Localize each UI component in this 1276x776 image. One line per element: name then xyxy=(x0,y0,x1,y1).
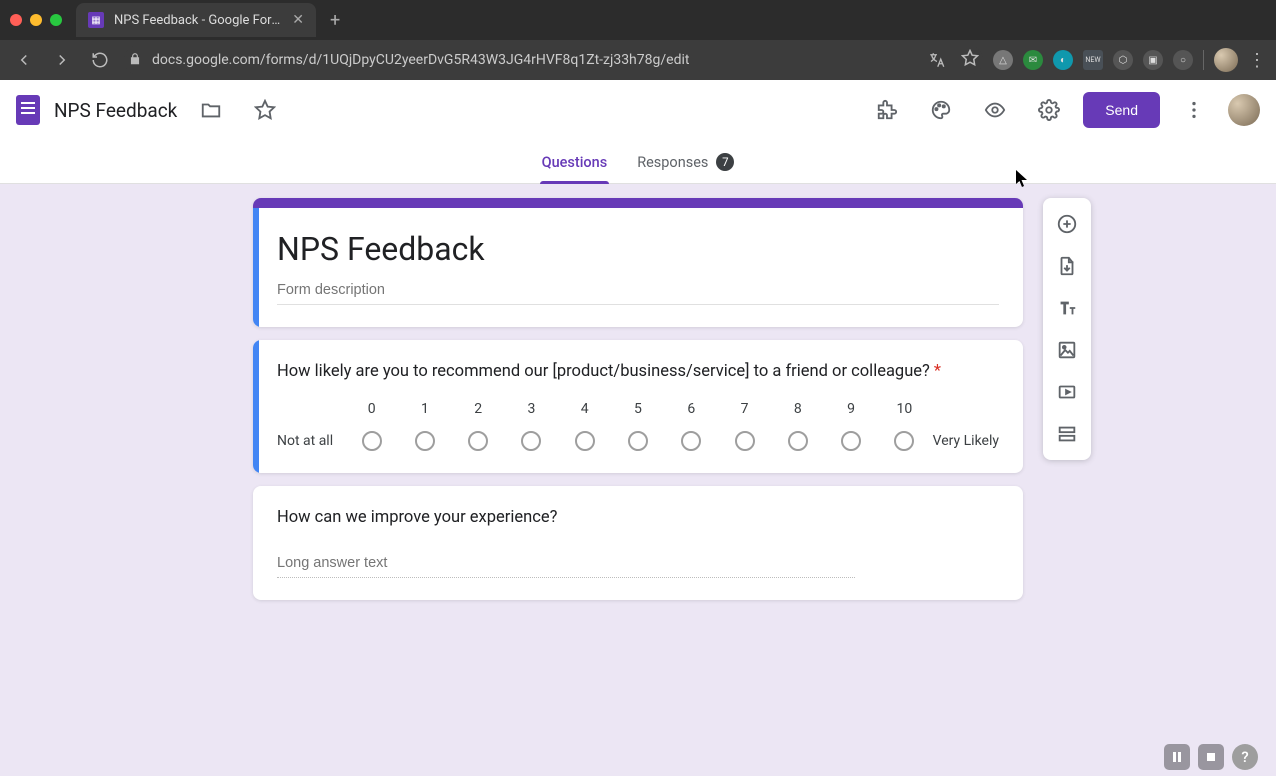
browser-tab[interactable]: ▦ NPS Feedback - Google Forms ✕ xyxy=(76,3,316,37)
address-bar[interactable]: docs.google.com/forms/d/1UQjDpyCU2yeerDv… xyxy=(124,45,983,75)
extension-icon[interactable]: ✉ xyxy=(1023,50,1043,70)
minimize-window-icon[interactable] xyxy=(30,14,42,26)
tab-strip: ▦ NPS Feedback - Google Forms ✕ + xyxy=(0,0,1276,40)
scale-radio-6[interactable] xyxy=(681,431,701,451)
import-questions-button[interactable] xyxy=(1047,246,1087,286)
add-video-button[interactable] xyxy=(1047,372,1087,412)
addons-button[interactable] xyxy=(867,90,907,130)
extension-icons: △ ✉ ◐ NEW ⬡ ▣ ○ ⋮ xyxy=(993,48,1266,72)
browser-menu-icon[interactable]: ⋮ xyxy=(1248,50,1266,71)
app-header: NPS Feedback Send xyxy=(0,80,1276,140)
form-title[interactable]: NPS Feedback xyxy=(277,230,999,268)
required-marker: * xyxy=(934,362,941,381)
pause-recording-button[interactable] xyxy=(1164,744,1190,770)
add-image-button[interactable] xyxy=(1047,330,1087,370)
long-answer-placeholder xyxy=(277,549,855,578)
preview-button[interactable] xyxy=(975,90,1015,130)
tab-questions[interactable]: Questions xyxy=(540,154,610,183)
scale-radio-2[interactable] xyxy=(468,431,488,451)
tab-label: Questions xyxy=(542,154,608,171)
scale-radio-7[interactable] xyxy=(735,431,755,451)
help-button[interactable]: ? xyxy=(1232,744,1258,770)
translate-icon[interactable] xyxy=(923,46,951,74)
browser-chrome: ▦ NPS Feedback - Google Forms ✕ + docs.g… xyxy=(0,0,1276,80)
star-document-button[interactable] xyxy=(245,90,285,130)
scale-radio-10[interactable] xyxy=(894,431,914,451)
forms-favicon-icon: ▦ xyxy=(88,12,104,28)
question-toolbar xyxy=(1043,198,1091,460)
customize-theme-button[interactable] xyxy=(921,90,961,130)
scale-radio-4[interactable] xyxy=(575,431,595,451)
scale-radios xyxy=(345,431,931,451)
forward-button[interactable] xyxy=(48,46,76,74)
scale-number-labels: 0 1 2 3 4 5 6 7 8 9 10 xyxy=(345,401,931,417)
send-button[interactable]: Send xyxy=(1083,92,1160,128)
bookmark-star-icon[interactable] xyxy=(961,49,979,71)
form-description-input[interactable] xyxy=(277,276,999,305)
scale-radio-8[interactable] xyxy=(788,431,808,451)
tab-title: NPS Feedback - Google Forms xyxy=(114,13,282,28)
close-window-icon[interactable] xyxy=(10,14,22,26)
profile-avatar-icon[interactable] xyxy=(1214,48,1238,72)
maximize-window-icon[interactable] xyxy=(50,14,62,26)
move-to-folder-button[interactable] xyxy=(191,90,231,130)
scale-radio-5[interactable] xyxy=(628,431,648,451)
window-controls xyxy=(10,14,62,26)
scale-radio-9[interactable] xyxy=(841,431,861,451)
browser-toolbar: docs.google.com/forms/d/1UQjDpyCU2yeerDv… xyxy=(0,40,1276,80)
forms-app: NPS Feedback Send Questions Respo xyxy=(0,80,1276,776)
new-tab-button[interactable]: + xyxy=(330,10,340,31)
extension-icon[interactable]: ▣ xyxy=(1143,50,1163,70)
separator xyxy=(1203,50,1204,70)
scale-radio-1[interactable] xyxy=(415,431,435,451)
question-card-linear-scale[interactable]: How likely are you to recommend our [pro… xyxy=(253,340,1023,473)
add-section-button[interactable] xyxy=(1047,414,1087,454)
add-question-button[interactable] xyxy=(1047,204,1087,244)
form-header-card[interactable]: NPS Feedback xyxy=(253,198,1023,327)
question-text: How likely are you to recommend our [pro… xyxy=(277,362,999,381)
extension-icon[interactable]: ○ xyxy=(1173,50,1193,70)
document-title[interactable]: NPS Feedback xyxy=(54,99,177,122)
scale-high-label: Very Likely xyxy=(931,433,999,449)
question-card-paragraph[interactable]: How can we improve your experience? xyxy=(253,486,1023,600)
form-tabs: Questions Responses 7 xyxy=(0,140,1276,184)
form-canvas: NPS Feedback How likely are you to recom… xyxy=(0,184,1276,776)
extension-new-badge-icon[interactable]: NEW xyxy=(1083,50,1103,70)
settings-button[interactable] xyxy=(1029,90,1069,130)
close-tab-icon[interactable]: ✕ xyxy=(292,12,304,28)
scale-row: Not at all xyxy=(277,431,999,451)
scale-radio-3[interactable] xyxy=(521,431,541,451)
add-title-button[interactable] xyxy=(1047,288,1087,328)
tab-responses[interactable]: Responses 7 xyxy=(635,153,736,183)
scale-low-label: Not at all xyxy=(277,433,345,449)
responses-count-badge: 7 xyxy=(716,153,734,171)
tab-label: Responses xyxy=(637,154,708,171)
extension-icon[interactable]: ◐ xyxy=(1053,50,1073,70)
scale-radio-0[interactable] xyxy=(362,431,382,451)
google-forms-logo-icon[interactable] xyxy=(16,95,40,125)
bottom-right-controls: ? xyxy=(1164,744,1258,770)
stop-recording-button[interactable] xyxy=(1198,744,1224,770)
account-avatar[interactable] xyxy=(1228,94,1260,126)
extension-icon[interactable]: △ xyxy=(993,50,1013,70)
extension-icon[interactable]: ⬡ xyxy=(1113,50,1133,70)
more-menu-button[interactable] xyxy=(1174,90,1214,130)
back-button[interactable] xyxy=(10,46,38,74)
lock-icon xyxy=(128,51,142,70)
reload-button[interactable] xyxy=(86,46,114,74)
url-text: docs.google.com/forms/d/1UQjDpyCU2yeerDv… xyxy=(152,52,913,68)
question-text: How can we improve your experience? xyxy=(277,508,999,527)
form-column: NPS Feedback How likely are you to recom… xyxy=(253,198,1023,600)
